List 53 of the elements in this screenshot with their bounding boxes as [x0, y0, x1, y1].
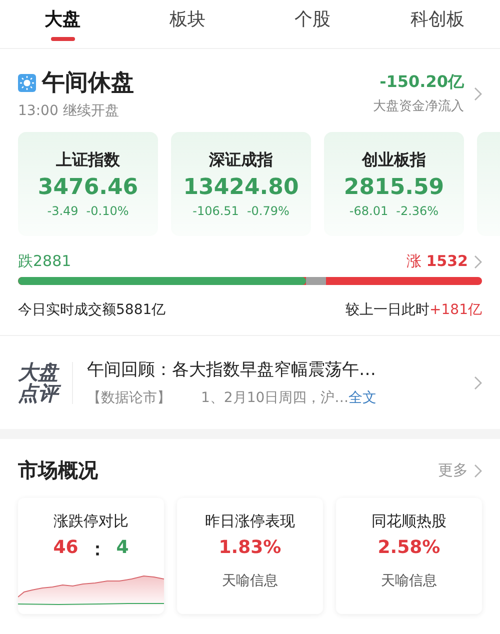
limit-ratio-card[interactable]: 涨跌停对比 46 ： 4	[18, 498, 164, 614]
commentary-logo: 大盘 点评	[18, 362, 73, 404]
sun-icon	[18, 74, 36, 92]
index-value: 3476.46	[38, 175, 138, 200]
tab[interactable]: 板块	[125, 0, 250, 48]
stat-caption: 天喻信息	[222, 572, 278, 590]
index-name: 上证指数	[56, 150, 120, 171]
tab[interactable]: 个股	[250, 0, 375, 48]
index-card[interactable]: 深证成指 13424.80 -106.51 -0.79%	[171, 132, 311, 236]
index-percent: -2.36%	[396, 204, 439, 218]
full-text-link[interactable]: 全文	[348, 389, 377, 407]
index-value: 13424.80	[183, 175, 299, 200]
index-change: -68.01	[349, 204, 388, 218]
index-name: 深证成指	[209, 150, 273, 171]
index-change: -106.51	[192, 204, 239, 218]
news-headline[interactable]: 午间回顾：各大指数早盘窄幅震荡午…	[87, 358, 460, 381]
compare-label: 较上一日此时	[346, 301, 430, 319]
rise-count: 涨 1532	[406, 252, 468, 271]
news-snippet: 1、2月10日周四，沪…	[201, 389, 349, 407]
status-subtitle: 13:00 继续开盘	[18, 102, 120, 120]
tab[interactable]: 大盘	[0, 0, 125, 48]
section-title: 市场概况	[18, 457, 98, 484]
stat-card[interactable]: 昨日涨停表现 1.83% 天喻信息	[177, 498, 323, 614]
turnover-text: 今日实时成交额5881亿	[18, 301, 166, 319]
index-percent: -0.10%	[86, 204, 129, 218]
card-title: 涨跌停对比	[54, 512, 128, 531]
card-title: 同花顺热股	[372, 512, 446, 531]
chevron-icon[interactable]	[474, 464, 482, 478]
stat-value: 1.83%	[218, 537, 282, 558]
index-value: 2815.59	[344, 175, 444, 200]
index-card[interactable]: 创业板指 2815.59 -68.01 -2.36%	[324, 132, 464, 236]
compare-value: +181亿	[430, 301, 482, 319]
index-percent: -0.79%	[246, 204, 290, 218]
chevron-icon[interactable]	[474, 254, 482, 268]
index-card[interactable]: 上证指数 3476.46 -3.49 -0.10%	[18, 132, 158, 236]
fall-count: 跌2881	[18, 252, 72, 271]
flat-segment	[306, 277, 326, 285]
fund-flow-value: -150.20亿	[380, 72, 464, 93]
fund-flow-label: 大盘资金净流入	[373, 98, 464, 115]
limit-down-count: 4	[116, 537, 129, 560]
ratio-separator: ：	[88, 538, 106, 561]
stat-value: 2.58%	[378, 537, 440, 558]
index-change: -3.49	[47, 204, 78, 218]
chevron-icon[interactable]	[474, 376, 482, 390]
stat-caption: 天喻信息	[381, 572, 437, 590]
card-title: 昨日涨停表现	[205, 512, 295, 531]
chevron-icon[interactable]	[474, 86, 482, 100]
status-title: 午间休盘	[42, 69, 134, 98]
stat-card[interactable]: 同花顺热股 2.58% 天喻信息	[336, 498, 482, 614]
index-name: 创业板指	[362, 150, 426, 171]
news-source: 【数据论市】	[87, 389, 171, 407]
tab[interactable]: 科创板	[375, 0, 500, 48]
limit-up-count: 46	[53, 537, 78, 560]
